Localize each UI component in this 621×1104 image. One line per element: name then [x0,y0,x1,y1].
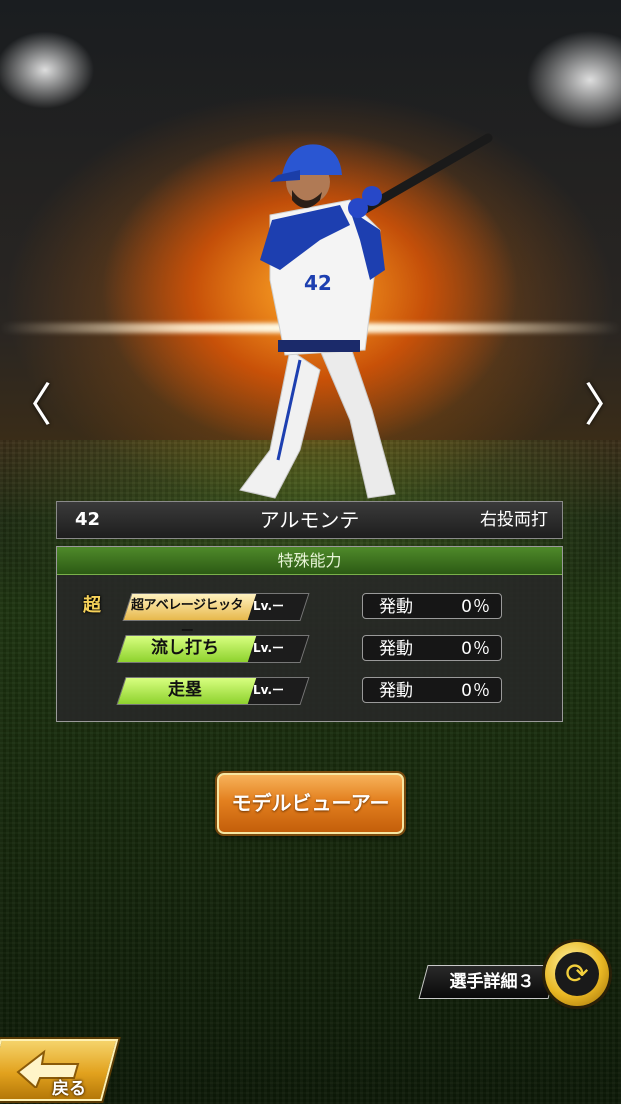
activation-label: 発動 [379,639,413,659]
activation-rate-box: 発動 0％ [362,677,502,703]
special-abilities-panel: 特殊能力 超 超アベレージヒッター Lv.ー 発動 0％ 流し打ち Lv.ー 発… [56,546,563,722]
activation-rate: 0％ [461,681,491,701]
ability-row[interactable]: 流し打ち Lv.ー 発動 0％ [57,635,562,663]
activation-label: 発動 [379,681,413,701]
swap-arrows-icon: ⟳ [555,952,599,996]
activation-rate: 0％ [461,639,491,659]
special-abilities-header: 特殊能力 [57,547,562,575]
player-illustration: 42 [239,133,493,499]
ability-level: Lv.ー [253,683,285,697]
player-detail-label[interactable]: 選手詳細３ [433,965,551,999]
activation-label: 発動 [379,597,413,617]
activation-rate: 0％ [461,597,491,617]
turf-background [0,440,621,1104]
chevron-left-icon: 〈 [6,378,52,432]
player-number: 42 [75,509,101,530]
ability-name: 流し打ち [151,638,219,658]
ability-row[interactable]: 走塁 Lv.ー 発動 0％ [57,677,562,705]
chevron-right-icon: 〉 [584,378,621,432]
ability-name: 超アベレージヒッター [131,598,243,639]
model-viewer-button[interactable]: モデルビューアー [217,773,404,834]
swap-button[interactable]: ⟳ [545,942,609,1006]
ability-level: Lv.ー [253,599,285,613]
ability-level: Lv.ー [253,641,285,655]
prev-player-button[interactable]: 〈 [6,378,52,432]
player-name-bar: アルモンテ 42 右投両打 [56,501,563,539]
super-badge: 超 [83,595,101,616]
back-label[interactable]: 戻る [52,1074,86,1099]
ability-row[interactable]: 超 超アベレージヒッター Lv.ー 発動 0％ [57,593,562,639]
ability-name: 走塁 [168,680,202,700]
activation-rate-box: 発動 0％ [362,593,502,619]
activation-rate-box: 発動 0％ [362,635,502,661]
next-player-button[interactable]: 〉 [584,378,621,432]
player-handedness: 右投両打 [480,510,548,530]
jersey-number: 42 [304,271,332,295]
